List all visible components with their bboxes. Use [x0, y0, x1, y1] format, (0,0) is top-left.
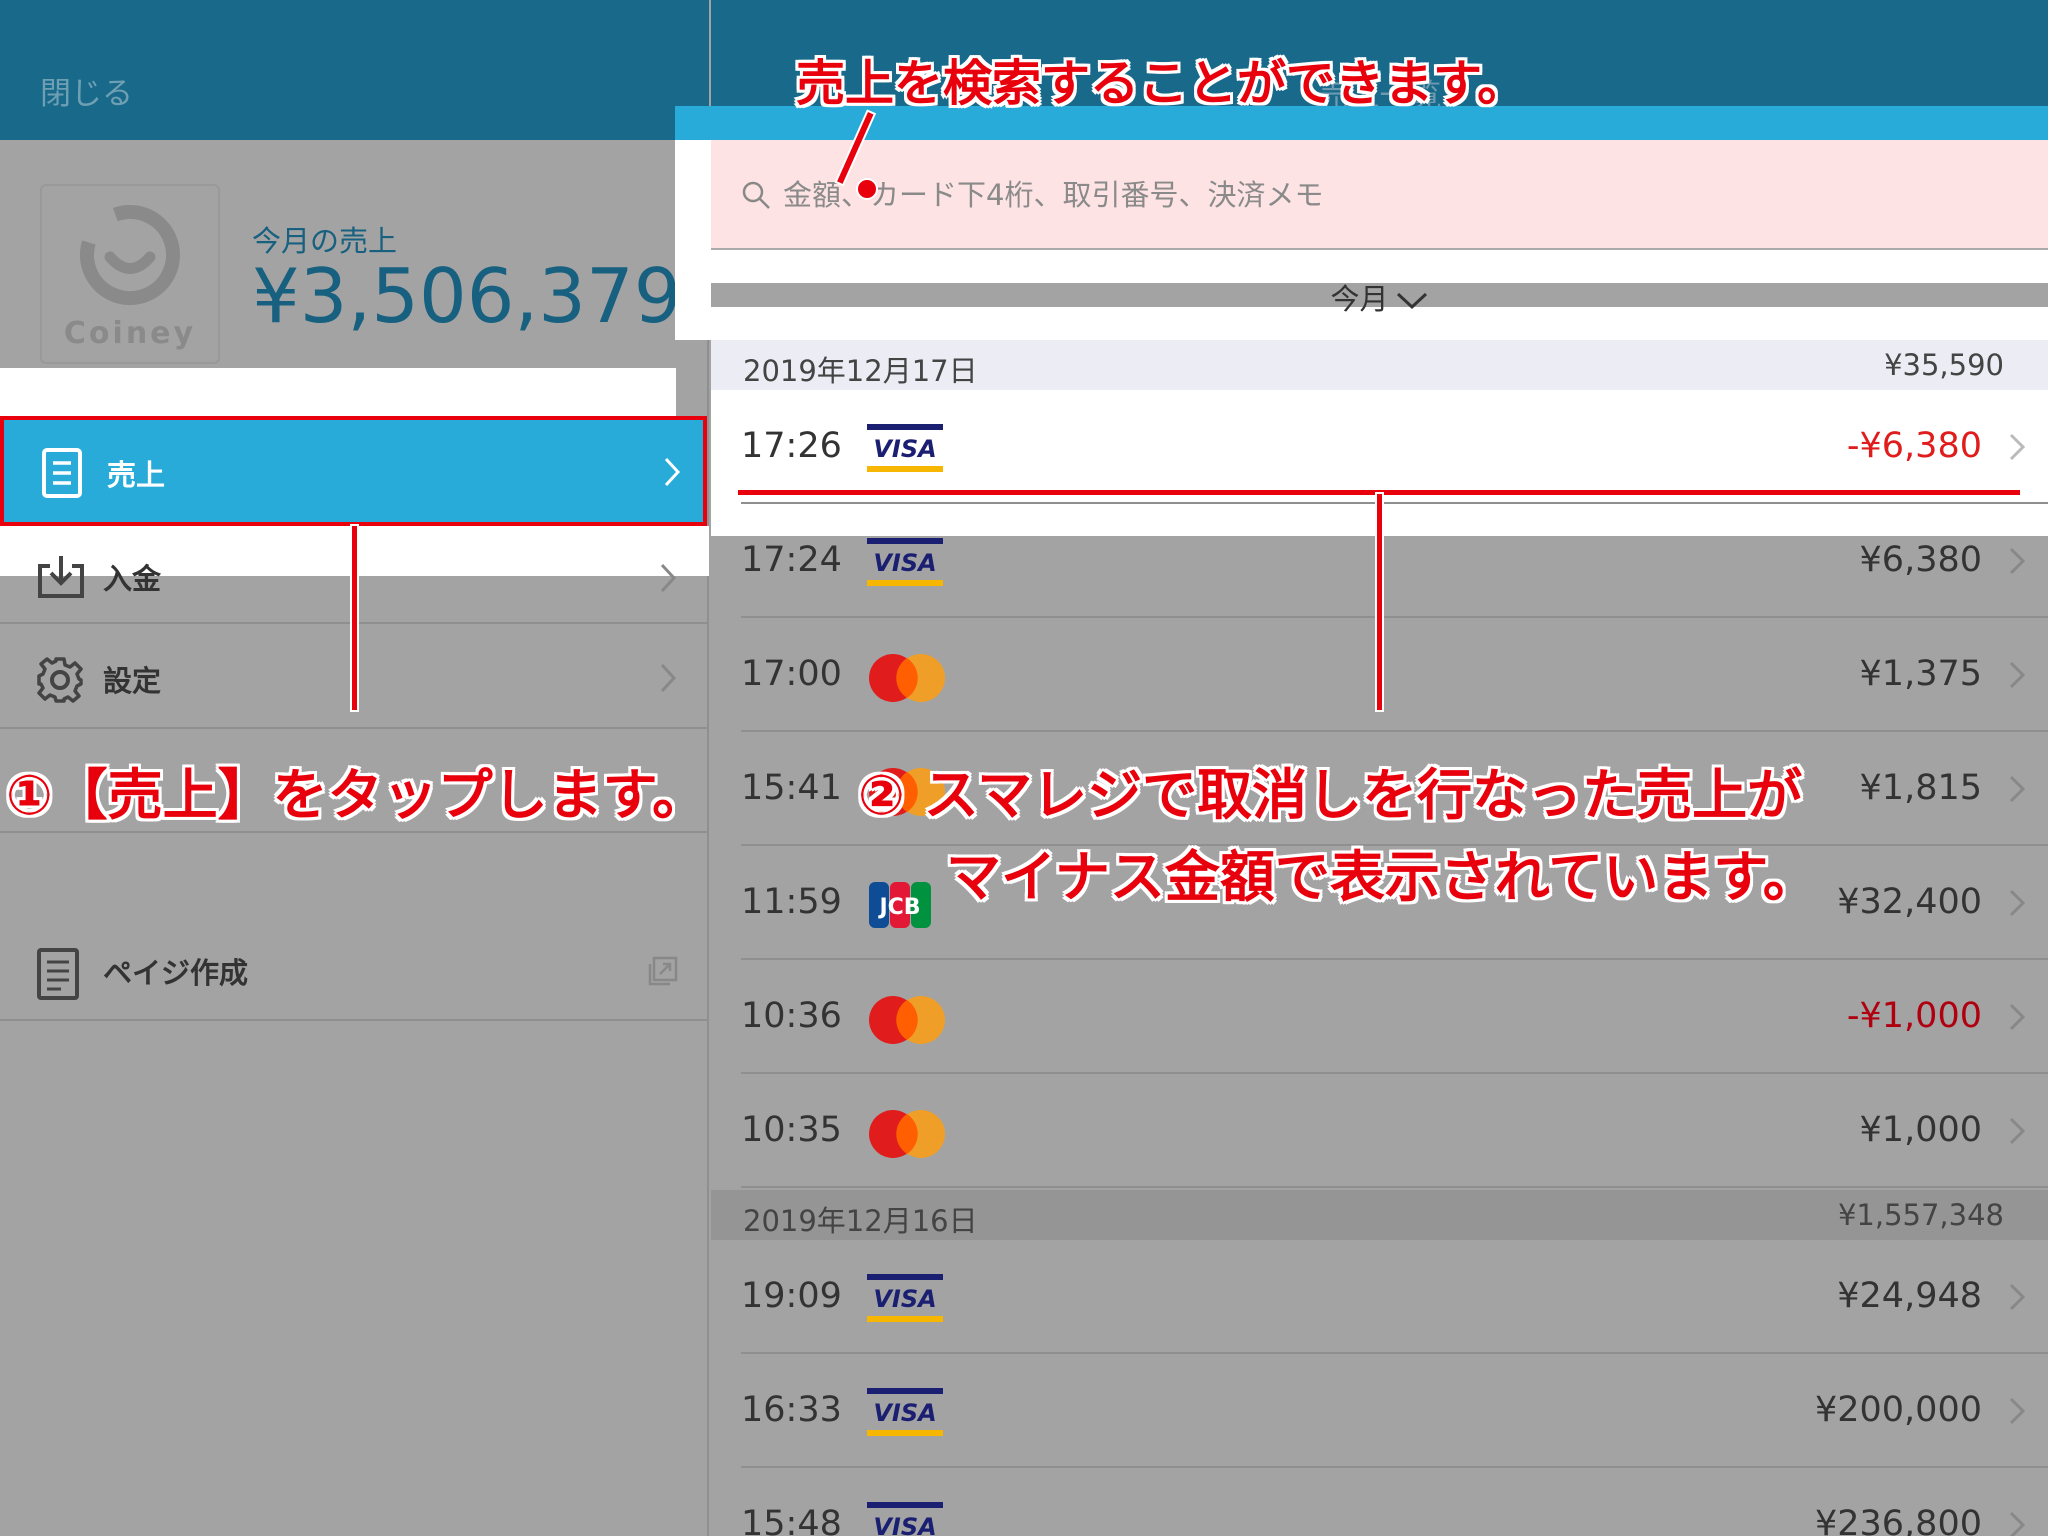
chevron-right-icon — [662, 456, 682, 492]
transaction-time: 17:00 — [741, 654, 842, 694]
coiney-logo: Coiney — [40, 184, 220, 364]
card-brand-icon — [867, 1108, 947, 1164]
transaction-time: 10:35 — [741, 1110, 842, 1150]
date-header: 2019年12月17日 ¥35,590 — [711, 340, 2048, 390]
date-label: 2019年12月16日 — [743, 1204, 978, 1238]
transaction-time: 15:48 — [741, 1504, 842, 1536]
transaction-amount: ¥1,000 — [1859, 1110, 1982, 1150]
date-total: ¥1,557,348 — [1837, 1198, 2004, 1232]
card-brand-icon: VISA — [867, 538, 943, 590]
sidebar-item-page-create[interactable]: ペイジ作成 — [0, 918, 709, 1021]
transaction-time: 19:09 — [741, 1276, 842, 1316]
chevron-down-icon — [1389, 282, 1429, 316]
transaction-time: 10:36 — [741, 996, 842, 1036]
period-selector[interactable]: 今月 — [711, 276, 2048, 318]
transaction-row[interactable]: 17:26 VISA -¥6,380 — [741, 390, 2048, 504]
chevron-right-icon — [2008, 1116, 2026, 1150]
download-tray-icon — [36, 554, 86, 604]
transaction-row[interactable]: 19:09 VISA ¥24,948 — [741, 1240, 2048, 1354]
sidebar-item-label: 設定 — [103, 664, 162, 698]
transaction-time: 16:33 — [741, 1390, 842, 1430]
transaction-row[interactable]: 10:35 ¥1,000 — [741, 1074, 2048, 1188]
transaction-time: 15:41 — [741, 768, 842, 808]
card-brand-icon: VISA — [867, 1502, 943, 1536]
search-area — [675, 140, 2048, 250]
card-brand-icon: JCB — [867, 880, 933, 934]
transaction-amount: -¥6,380 — [1846, 426, 1982, 466]
page-icon — [36, 948, 80, 1004]
month-sales-total: ¥3,506,379 — [252, 252, 682, 340]
period-label: 今月 — [1330, 282, 1389, 316]
document-icon — [40, 448, 86, 502]
annotation-tap-sales: ①【売上】をタップします。 — [6, 763, 708, 827]
search-icon — [741, 180, 771, 214]
card-brand-icon: VISA — [867, 1274, 943, 1326]
chevron-right-icon — [2008, 1002, 2026, 1036]
sidebar-item-label: 入金 — [103, 562, 162, 596]
svg-text:VISA: VISA — [873, 1285, 936, 1313]
chevron-right-icon — [658, 662, 678, 698]
sidebar-item-sales[interactable]: 売上 — [0, 416, 707, 526]
transaction-amount: ¥236,800 — [1814, 1504, 1982, 1536]
transaction-amount: ¥32,400 — [1837, 882, 1982, 922]
transaction-time: 17:26 — [741, 426, 842, 466]
chevron-right-icon — [2008, 888, 2026, 922]
annotation-negative-line1: ② スマレジで取消しを行なった売上が — [858, 763, 1803, 827]
svg-text:JCB: JCB — [877, 895, 920, 920]
search-bar — [711, 140, 2048, 250]
svg-text:VISA: VISA — [873, 1513, 936, 1536]
svg-text:VISA: VISA — [873, 435, 936, 463]
date-header: 2019年12月16日 ¥1,557,348 — [711, 1190, 2048, 1240]
transaction-row[interactable]: 17:24 VISA ¥6,380 — [741, 504, 2048, 618]
sidebar-header: 閉じる — [0, 0, 709, 140]
chevron-right-icon — [658, 562, 678, 598]
sidebar-item-label: ペイジ作成 — [103, 956, 249, 990]
card-brand-icon — [867, 994, 947, 1050]
transaction-amount: -¥1,000 — [1846, 996, 1982, 1036]
transaction-amount: ¥6,380 — [1859, 540, 1982, 580]
transaction-amount: ¥1,815 — [1859, 768, 1982, 808]
transaction-row[interactable]: 16:33 VISA ¥200,000 — [741, 1354, 2048, 1468]
annotation-dot — [858, 180, 876, 198]
close-button[interactable]: 閉じる — [40, 68, 133, 113]
date-label: 2019年12月17日 — [743, 354, 978, 388]
sidebar-item-label: 売上 — [107, 458, 166, 492]
card-brand-icon — [867, 652, 947, 708]
transaction-row[interactable]: 15:48 VISA ¥236,800 — [741, 1468, 2048, 1536]
date-total: ¥35,590 — [1884, 348, 2004, 382]
chevron-right-icon — [2008, 1396, 2026, 1430]
transaction-row[interactable]: 10:36 -¥1,000 — [741, 960, 2048, 1074]
coiney-logo-text: Coiney — [63, 316, 197, 351]
chevron-right-icon — [2008, 546, 2026, 580]
external-link-icon — [648, 956, 678, 990]
annotation-negative-line2: マイナス金額で表示されています。 — [946, 845, 1818, 909]
transaction-time: 17:24 — [741, 540, 842, 580]
chevron-right-icon — [2008, 1510, 2026, 1536]
gear-icon — [36, 656, 84, 708]
transaction-amount: ¥1,375 — [1859, 654, 1982, 694]
svg-text:VISA: VISA — [873, 1399, 936, 1427]
transaction-amount: ¥24,948 — [1837, 1276, 1982, 1316]
transaction-row[interactable]: 17:00 ¥1,375 — [741, 618, 2048, 732]
annotation-line — [1377, 494, 1382, 710]
annotation-search: 売上を検索することができます。 — [796, 55, 1527, 112]
card-brand-icon: VISA — [867, 1388, 943, 1440]
search-input[interactable] — [783, 170, 1883, 220]
coiney-logo-icon — [80, 205, 180, 305]
chevron-right-icon — [2008, 774, 2026, 808]
card-brand-icon: VISA — [867, 424, 943, 476]
annotation-line — [352, 526, 357, 710]
transaction-time: 11:59 — [741, 882, 842, 922]
chevron-right-icon — [2008, 1282, 2026, 1316]
transaction-amount: ¥200,000 — [1814, 1390, 1982, 1430]
sidebar-highlight-gap — [0, 368, 676, 416]
chevron-right-icon — [2008, 432, 2026, 466]
svg-text:VISA: VISA — [873, 549, 936, 577]
chevron-right-icon — [2008, 660, 2026, 694]
